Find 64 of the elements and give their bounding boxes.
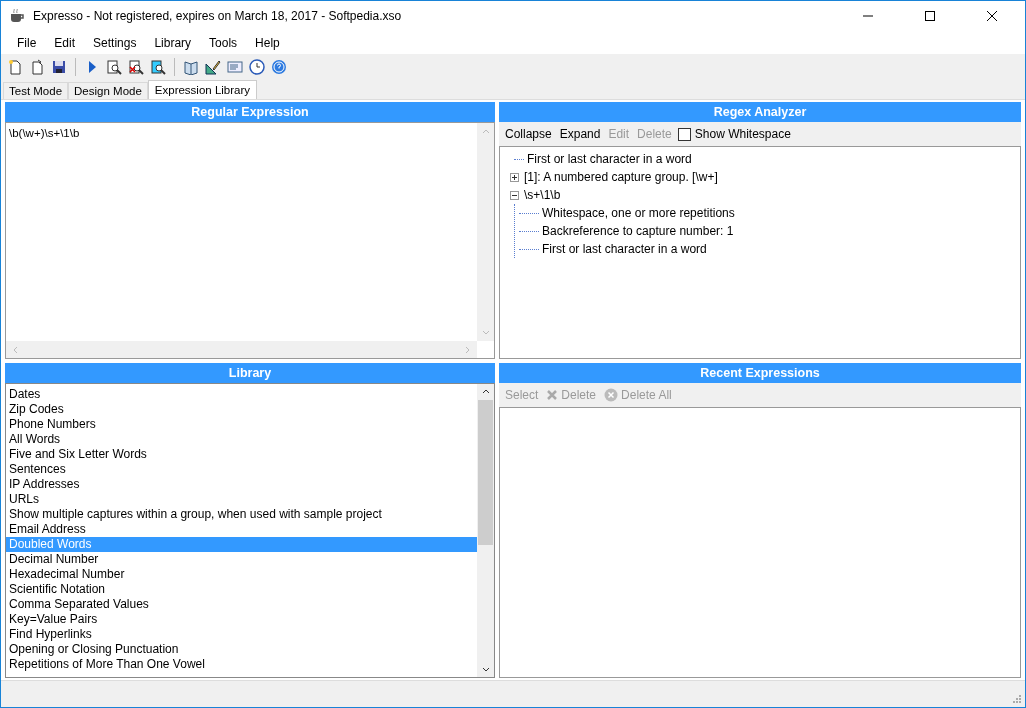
list-item[interactable]: Repetitions of More Than One Vowel [6,657,477,672]
magnifier-document-icon[interactable] [106,59,122,75]
panel-header: Recent Expressions [499,363,1021,383]
ruler-pencil-icon[interactable] [205,59,221,75]
list-item[interactable]: Comma Separated Values [6,597,477,612]
checkbox-label: Show Whitespace [694,127,791,141]
tree-item[interactable]: \s+\1\b [524,188,561,202]
resize-grip-icon[interactable] [1011,693,1021,703]
list-item[interactable]: Opening or Closing Punctuation [6,642,477,657]
menu-item[interactable]: Library [145,35,201,50]
save-icon[interactable] [51,59,67,75]
list-item[interactable]: IP Addresses [6,477,477,492]
list-item[interactable]: Key=Value Pairs [6,612,477,627]
book-icon[interactable] [183,59,199,75]
panel-header: Library [5,363,495,383]
tree-item[interactable]: First or last character in a word [527,152,692,166]
panel-header: Regular Expression [5,102,495,122]
panel-header: Regex Analyzer [499,102,1021,122]
tab[interactable]: Design Mode [68,82,148,99]
list-item[interactable]: Zip Codes [6,402,477,417]
cross-magnifier-document-icon[interactable] [128,59,144,75]
list-item[interactable]: URLs [6,492,477,507]
expander-icon[interactable] [510,190,519,200]
window-title: Expresso - Not registered, expires on March 18, 2017 - Softpedia.xso [33,9,403,23]
toolbar-button[interactable]: Collapse [501,125,556,143]
maximize-icon[interactable] [925,11,935,21]
tab[interactable]: Expression Library [147,80,258,99]
toolbar-button[interactable]: Expand [555,125,605,143]
tab[interactable]: Test Mode [3,82,69,99]
tree-item[interactable]: First or last character in a word [542,242,707,256]
regex-text: \b(\w+)\s+\1\b [9,127,80,139]
delete-icon [546,389,559,401]
checkbox[interactable] [677,127,691,141]
menu-item[interactable]: File [8,35,46,50]
scroll-down-icon[interactable] [481,665,490,673]
menu-item[interactable]: Tools [200,35,247,50]
list-item[interactable]: Decimal Number [6,552,477,567]
clock-icon[interactable] [249,59,265,75]
circle-x-icon [604,388,619,402]
new-file-icon[interactable] [7,59,23,75]
list-item[interactable]: Hexadecimal Number [6,567,477,582]
menu-item[interactable]: Settings [84,35,146,50]
list-item[interactable]: Phone Numbers [6,417,477,432]
open-file-icon[interactable] [29,59,45,75]
list-item[interactable]: Sentences [6,462,477,477]
scrollbar-thumb[interactable] [478,400,493,545]
tree-item[interactable]: Whitespace, one or more repetitions [542,206,735,220]
menu-item[interactable]: Help [246,35,289,50]
scroll-up-icon[interactable] [481,388,490,396]
menu-item[interactable]: Edit [45,35,85,50]
tree-item[interactable]: [1]: A numbered capture group. [\w+] [524,170,718,184]
list-item[interactable]: Five and Six Letter Words [6,447,477,462]
expander-icon[interactable] [510,172,519,182]
list-item[interactable]: Email Address [6,522,477,537]
list-item[interactable]: Dates [6,387,477,402]
filled-magnifier-document-icon[interactable] [150,59,166,75]
list-item[interactable]: Find Hyperlinks [6,627,477,642]
tree-item[interactable]: Backreference to capture number: 1 [542,224,734,238]
list-item[interactable]: Scientific Notation [6,582,477,597]
coffee-cup-icon [9,8,25,24]
list-item[interactable]: Show multiple captures within a group, when used with sample project [6,507,477,522]
close-icon[interactable] [987,11,997,21]
help-icon[interactable] [271,59,287,75]
list-item[interactable]: All Words [6,432,477,447]
